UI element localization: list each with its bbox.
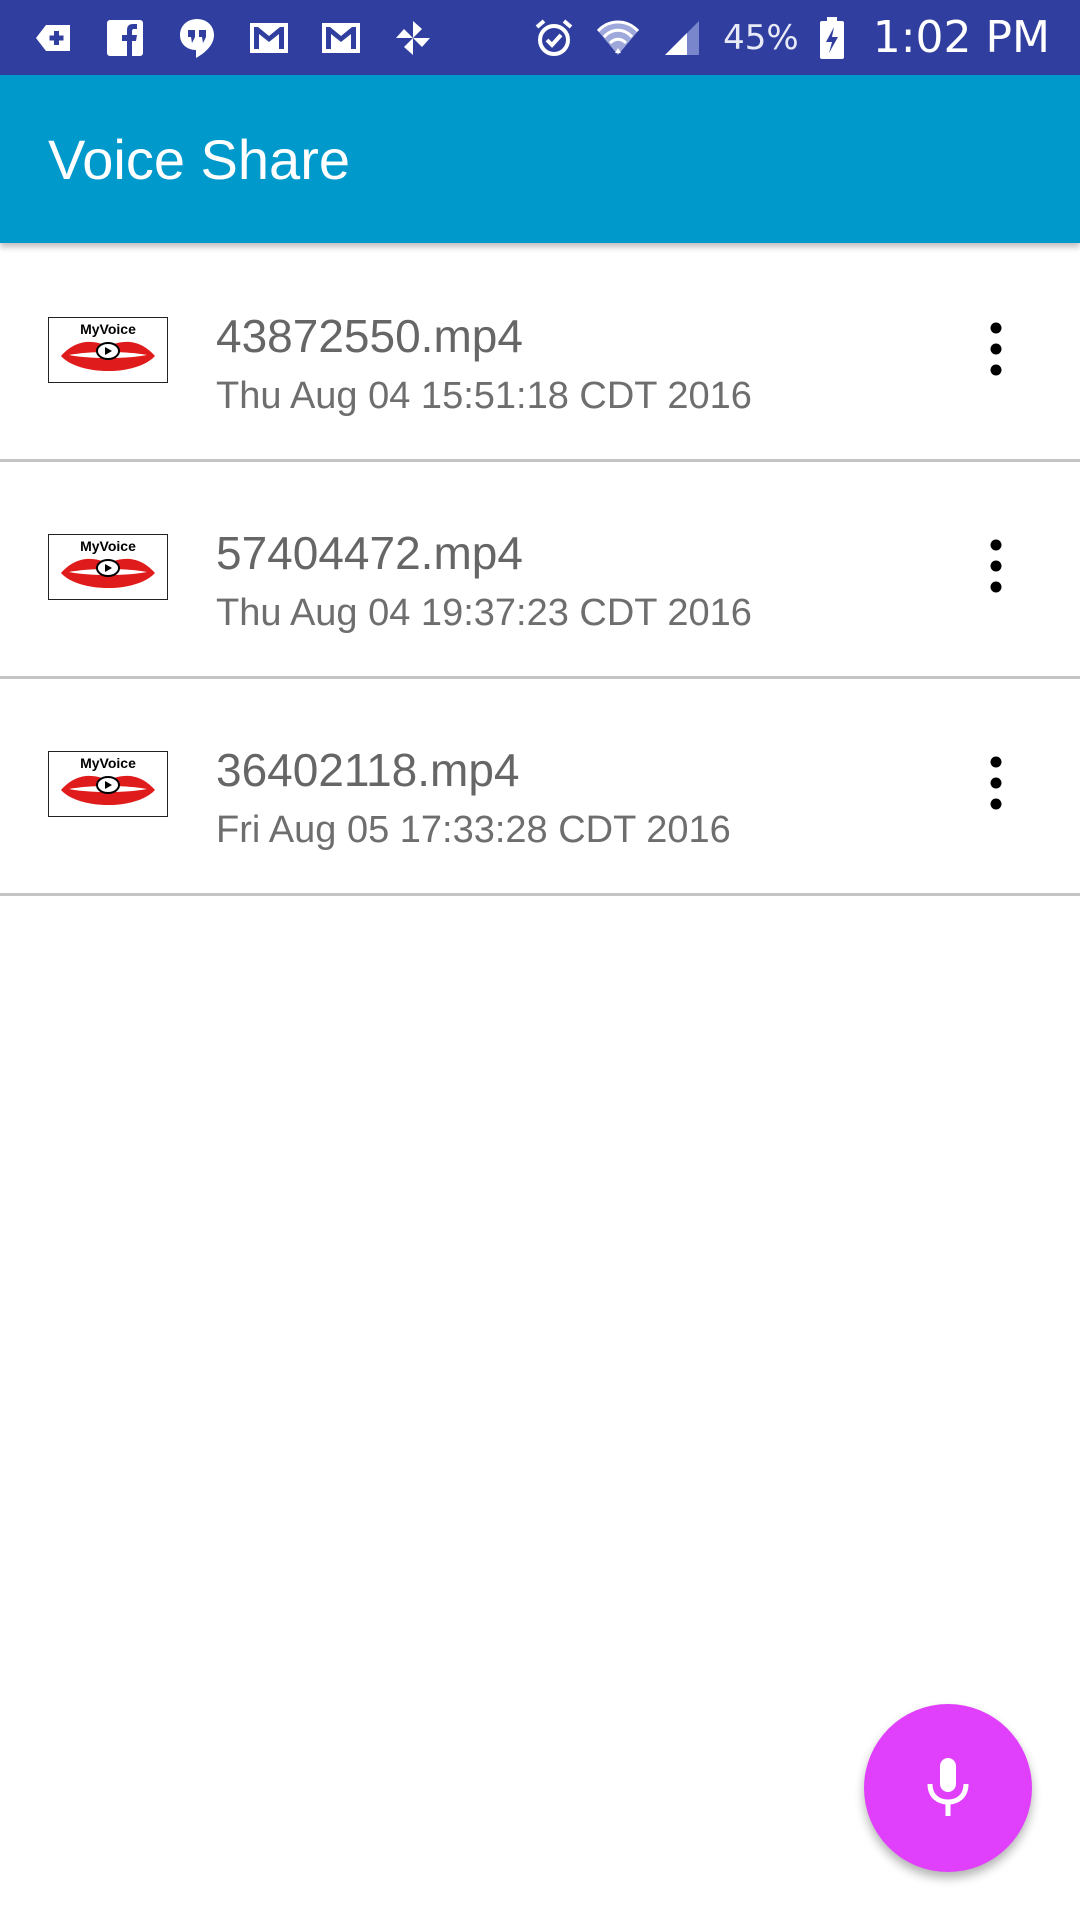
- file-date: Thu Aug 04 19:37:23 CDT 2016: [216, 592, 752, 634]
- system-icons: 45% 1:02 PM: [531, 12, 1080, 63]
- alarm-icon: [531, 15, 577, 61]
- more-vert-icon[interactable]: [970, 530, 1022, 602]
- pinwheel-icon: [390, 15, 436, 61]
- wifi-icon: [595, 15, 641, 61]
- gmail-icon: [318, 15, 364, 61]
- add-icon: [30, 15, 76, 61]
- file-name: 57404472.mp4: [216, 527, 523, 579]
- battery-percent: 45%: [723, 17, 799, 58]
- file-date: Thu Aug 04 15:51:18 CDT 2016: [216, 375, 752, 417]
- svg-text:MyVoice: MyVoice: [80, 321, 136, 337]
- recording-row[interactable]: MyVoice 36402118.mp4 Fri Aug 05 17:33:28…: [0, 679, 1080, 896]
- recording-row[interactable]: MyVoice 43872550.mp4 Thu Aug 04 15:51:18…: [0, 245, 1080, 462]
- clock: 1:02 PM: [872, 12, 1050, 63]
- status-bar: 45% 1:02 PM: [0, 0, 1080, 75]
- gmail-icon: [246, 15, 292, 61]
- svg-text:MyVoice: MyVoice: [80, 755, 136, 771]
- notification-icons: [0, 15, 436, 61]
- more-vert-icon[interactable]: [970, 747, 1022, 819]
- record-fab-button[interactable]: [864, 1704, 1032, 1872]
- microphone-icon: [927, 1758, 969, 1816]
- app-title: Voice Share: [48, 127, 350, 191]
- myvoice-lips-logo: MyVoice: [48, 751, 168, 817]
- facebook-icon: [102, 15, 148, 61]
- more-vert-icon[interactable]: [970, 313, 1022, 385]
- file-date: Fri Aug 05 17:33:28 CDT 2016: [216, 809, 731, 851]
- myvoice-lips-logo: MyVoice: [48, 317, 168, 383]
- recording-row[interactable]: MyVoice 57404472.mp4 Thu Aug 04 19:37:23…: [0, 462, 1080, 679]
- hangouts-icon: [174, 15, 220, 61]
- recordings-list: MyVoice 43872550.mp4 Thu Aug 04 15:51:18…: [0, 245, 1080, 896]
- signal-icon: [659, 15, 705, 61]
- file-name: 36402118.mp4: [216, 744, 520, 796]
- file-name: 43872550.mp4: [216, 310, 523, 362]
- myvoice-lips-logo: MyVoice: [48, 534, 168, 600]
- app-bar: Voice Share: [0, 75, 1080, 243]
- svg-text:MyVoice: MyVoice: [80, 538, 136, 554]
- battery-charging-icon: [817, 15, 847, 61]
